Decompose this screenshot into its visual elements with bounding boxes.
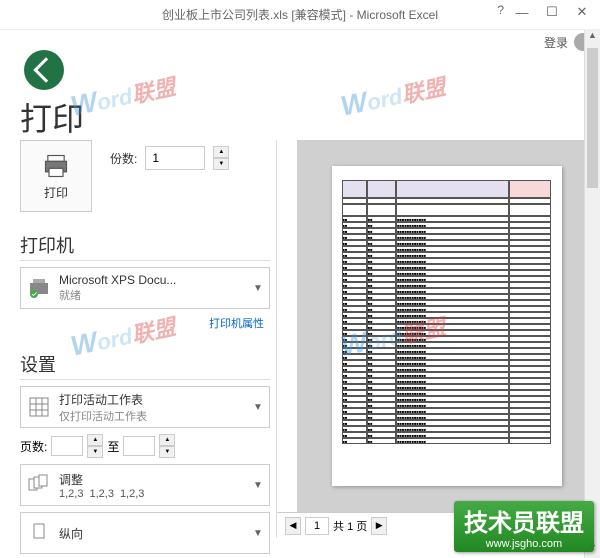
- printer-properties-link[interactable]: 打印机属性: [20, 315, 270, 331]
- copies-down-button[interactable]: ▼: [213, 158, 229, 170]
- preview-area: document.write(Array.from({length:38},()…: [297, 140, 596, 512]
- orientation-title: 纵向: [59, 525, 253, 542]
- left-settings-panel: 打印 份数: ▲ ▼ 打印机 Microsoft XPS Docu... 就绪 …: [20, 140, 270, 538]
- to-down-button[interactable]: ▼: [159, 446, 175, 458]
- chevron-down-icon: ▼: [253, 402, 263, 413]
- pages-to-label: 至: [107, 438, 119, 455]
- from-up-button[interactable]: ▲: [87, 434, 103, 446]
- vertical-scrollbar[interactable]: ▲ ▼: [584, 30, 600, 558]
- preview-panel: document.write(Array.from({length:38},()…: [276, 140, 596, 538]
- title-bar: 创业板上市公司列表.xls [兼容模式] - Microsoft Excel ?…: [0, 0, 600, 30]
- arrow-left-icon: [33, 57, 58, 82]
- chevron-down-icon: ▼: [253, 480, 263, 491]
- print-what-sub: 仅打印活动工作表: [59, 408, 253, 424]
- site-banner: 技术员联盟 www.jsgho.com: [454, 501, 594, 552]
- back-button[interactable]: [24, 50, 64, 90]
- page-range-row: 页数: ▲▼ 至 ▲▼: [20, 434, 270, 458]
- preview-page: document.write(Array.from({length:38},()…: [332, 166, 562, 486]
- sheets-icon: [27, 395, 51, 419]
- page-of-label: 共 1 页: [333, 518, 367, 534]
- printer-icon: [42, 152, 70, 180]
- pages-from-label: 页数:: [20, 438, 47, 455]
- maximize-button[interactable]: ☐: [538, 0, 566, 24]
- watermark: Word联盟: [68, 69, 178, 122]
- page-title: 打印: [20, 94, 84, 140]
- watermark: Word联盟: [338, 69, 448, 122]
- help-button[interactable]: ?: [497, 3, 504, 17]
- next-page-button[interactable]: ▶: [371, 517, 387, 535]
- collate-title: 调整: [59, 471, 253, 488]
- copies-up-button[interactable]: ▲: [213, 146, 229, 158]
- from-down-button[interactable]: ▼: [87, 446, 103, 458]
- orientation-selector[interactable]: 纵向 ▼: [20, 512, 270, 554]
- close-button[interactable]: ✕: [568, 0, 596, 24]
- to-up-button[interactable]: ▲: [159, 434, 175, 446]
- print-what-title: 打印活动工作表: [59, 391, 253, 408]
- chevron-down-icon: ▼: [253, 528, 263, 539]
- login-link[interactable]: 登录: [544, 34, 568, 51]
- user-bar: 登录: [0, 30, 600, 54]
- copies-input[interactable]: [145, 146, 205, 170]
- page-number-input[interactable]: [305, 517, 329, 535]
- printer-status: 就绪: [59, 287, 253, 303]
- printer-selector[interactable]: Microsoft XPS Docu... 就绪 ▼: [20, 267, 270, 309]
- collate-selector[interactable]: 调整 1,2,3 1,2,3 1,2,3 ▼: [20, 464, 270, 506]
- print-what-selector[interactable]: 打印活动工作表 仅打印活动工作表 ▼: [20, 386, 270, 428]
- scroll-thumb[interactable]: [587, 48, 598, 188]
- prev-page-button[interactable]: ◀: [285, 517, 301, 535]
- printer-name: Microsoft XPS Docu...: [59, 273, 253, 287]
- chevron-down-icon: ▼: [253, 283, 263, 294]
- scroll-up-button[interactable]: ▲: [585, 30, 600, 46]
- print-button-label: 打印: [44, 184, 68, 201]
- minimize-button[interactable]: —: [508, 0, 536, 24]
- pages-from-input[interactable]: [51, 436, 83, 456]
- printer-status-icon: [27, 276, 51, 300]
- pages-to-input[interactable]: [123, 436, 155, 456]
- printer-section-header: 打印机: [20, 232, 270, 261]
- title-text: 创业板上市公司列表.xls [兼容模式] - Microsoft Excel: [162, 6, 438, 23]
- settings-section-header: 设置: [20, 351, 270, 380]
- copies-label: 份数:: [110, 150, 137, 167]
- print-button[interactable]: 打印: [20, 140, 92, 212]
- portrait-icon: [27, 521, 51, 545]
- collate-icon: [27, 473, 51, 497]
